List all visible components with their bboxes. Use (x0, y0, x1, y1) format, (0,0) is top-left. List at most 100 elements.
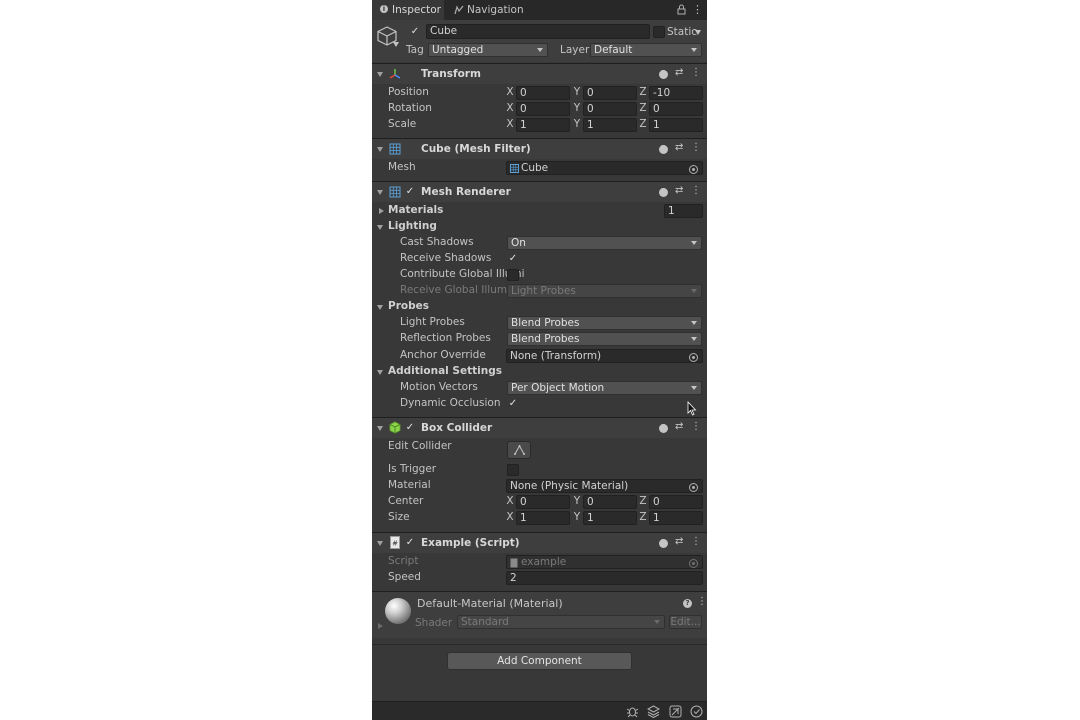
axis-x-label[interactable]: X (505, 511, 515, 523)
tab-inspector[interactable]: i Inspector (372, 0, 444, 20)
speed-field[interactable]: 2 (506, 571, 703, 585)
box-collider-enabled-checkbox[interactable]: ✓ (404, 422, 416, 434)
axis-x-label[interactable]: X (505, 118, 515, 130)
status-check-icon[interactable] (690, 705, 703, 718)
mesh-renderer-header[interactable]: ✓ Mesh Renderer ? ⇄ ⋮ (372, 181, 707, 202)
axis-x-label[interactable]: X (505, 102, 515, 114)
shader-edit-button[interactable]: Edit... (669, 615, 702, 629)
material-fold-arrow-icon[interactable] (378, 623, 383, 629)
axis-y-label[interactable]: Y (572, 118, 582, 130)
presets-icon[interactable]: ⇄ (675, 185, 683, 196)
add-component-button[interactable]: Add Component (447, 652, 632, 670)
edit-collider-button[interactable] (507, 441, 531, 459)
fold-arrow-icon[interactable] (377, 147, 383, 152)
fold-arrow-icon[interactable] (377, 72, 383, 77)
size-z-field[interactable]: 1 (649, 511, 703, 525)
help-icon[interactable]: ? (659, 539, 668, 549)
center-y-field[interactable]: 0 (583, 495, 637, 509)
fold-arrow-icon[interactable] (377, 190, 383, 195)
cast-shadows-dropdown[interactable]: On (507, 236, 702, 250)
contribute-gi-checkbox[interactable] (507, 269, 519, 281)
object-picker-icon[interactable] (689, 353, 698, 362)
axis-z-label[interactable]: Z (638, 102, 648, 114)
script-header[interactable]: # ✓ Example (Script) ? ⇄ ⋮ (372, 532, 707, 553)
fold-arrow-icon[interactable] (377, 541, 383, 546)
axis-z-label[interactable]: Z (638, 86, 648, 98)
context-menu-icon[interactable]: ⋮ (691, 421, 701, 432)
center-x-field[interactable]: 0 (516, 495, 570, 509)
object-picker-icon[interactable] (689, 483, 698, 492)
lock-icon[interactable] (677, 4, 686, 15)
context-menu-icon[interactable]: ⋮ (691, 67, 701, 78)
axis-z-label[interactable]: Z (638, 511, 648, 523)
size-x-field[interactable]: 1 (516, 511, 570, 525)
axis-z-label[interactable]: Z (638, 495, 648, 507)
axis-y-label[interactable]: Y (572, 102, 582, 114)
rotation-z-field[interactable]: 0 (649, 102, 703, 116)
help-icon[interactable]: ? (659, 70, 668, 80)
mesh-object-field[interactable]: Cube (506, 161, 703, 175)
help-icon[interactable]: ? (683, 599, 692, 608)
object-icon-dropdown-icon[interactable] (393, 42, 399, 47)
active-checkbox[interactable]: ✓ (409, 26, 421, 38)
object-name-input[interactable]: Cube (426, 24, 650, 39)
presets-icon[interactable]: ⇄ (675, 142, 683, 153)
motion-vectors-dropdown[interactable]: Per Object Motion (507, 381, 702, 395)
additional-settings-section[interactable]: Additional Settings (372, 364, 707, 380)
help-icon[interactable]: ? (659, 188, 668, 198)
rotation-y-field[interactable]: 0 (583, 102, 637, 116)
context-menu-icon[interactable]: ⋮ (691, 536, 701, 547)
help-icon[interactable]: ? (659, 424, 668, 434)
more-icon[interactable]: ⋮ (692, 3, 703, 16)
context-menu-icon[interactable]: ⋮ (691, 142, 701, 153)
axis-y-label[interactable]: Y (572, 511, 582, 523)
mesh-renderer-enabled-checkbox[interactable]: ✓ (404, 186, 416, 198)
static-checkbox[interactable] (653, 26, 665, 38)
presets-icon[interactable]: ⇄ (675, 421, 683, 432)
axis-x-label[interactable]: X (505, 495, 515, 507)
bug-icon[interactable] (626, 705, 639, 718)
center-z-field[interactable]: 0 (649, 495, 703, 509)
transform-header[interactable]: Transform ? ⇄ ⋮ (372, 63, 707, 84)
position-x-field[interactable]: 0 (516, 86, 570, 100)
axis-z-label[interactable]: Z (638, 118, 648, 130)
size-y-field[interactable]: 1 (583, 511, 637, 525)
help-icon[interactable]: ? (659, 145, 668, 155)
rotation-x-field[interactable]: 0 (516, 102, 570, 116)
fold-arrow-icon[interactable] (379, 208, 384, 214)
dynamic-occlusion-checkbox[interactable]: ✓ (507, 398, 519, 410)
anchor-override-field[interactable]: None (Transform) (506, 349, 703, 363)
network-icon[interactable] (669, 705, 682, 718)
axis-y-label[interactable]: Y (572, 86, 582, 98)
tag-dropdown[interactable]: Untagged (428, 43, 548, 57)
fold-arrow-icon[interactable] (377, 225, 383, 230)
receive-shadows-checkbox[interactable]: ✓ (507, 253, 519, 265)
lighting-section[interactable]: Lighting (372, 219, 707, 235)
context-menu-icon[interactable]: ⋮ (697, 596, 707, 607)
fold-arrow-icon[interactable] (377, 305, 383, 310)
shader-dropdown[interactable]: Standard (457, 615, 665, 629)
mesh-filter-header[interactable]: Cube (Mesh Filter) ? ⇄ ⋮ (372, 138, 707, 159)
light-probes-dropdown[interactable]: Blend Probes (507, 316, 702, 330)
reflection-probes-dropdown[interactable]: Blend Probes (507, 332, 702, 346)
object-picker-icon[interactable] (689, 165, 698, 174)
presets-icon[interactable]: ⇄ (675, 67, 683, 78)
scale-z-field[interactable]: 1 (649, 118, 703, 132)
materials-row[interactable]: Materials 1 (372, 203, 707, 219)
fold-arrow-icon[interactable] (377, 370, 383, 375)
layer-dropdown[interactable]: Default (590, 43, 702, 57)
presets-icon[interactable]: ⇄ (675, 536, 683, 547)
axis-y-label[interactable]: Y (572, 495, 582, 507)
axis-x-label[interactable]: X (505, 86, 515, 98)
box-collider-header[interactable]: ✓ Box Collider ? ⇄ ⋮ (372, 417, 707, 438)
fold-arrow-icon[interactable] (377, 426, 383, 431)
tab-navigation[interactable]: Navigation (452, 0, 532, 20)
materials-count-field[interactable]: 1 (664, 204, 703, 218)
collider-material-field[interactable]: None (Physic Material) (506, 479, 703, 493)
scale-x-field[interactable]: 1 (516, 118, 570, 132)
position-y-field[interactable]: 0 (583, 86, 637, 100)
context-menu-icon[interactable]: ⋮ (691, 185, 701, 196)
layers-icon[interactable] (647, 705, 660, 718)
position-z-field[interactable]: -10 (649, 86, 703, 100)
static-dropdown-icon[interactable] (695, 30, 701, 35)
